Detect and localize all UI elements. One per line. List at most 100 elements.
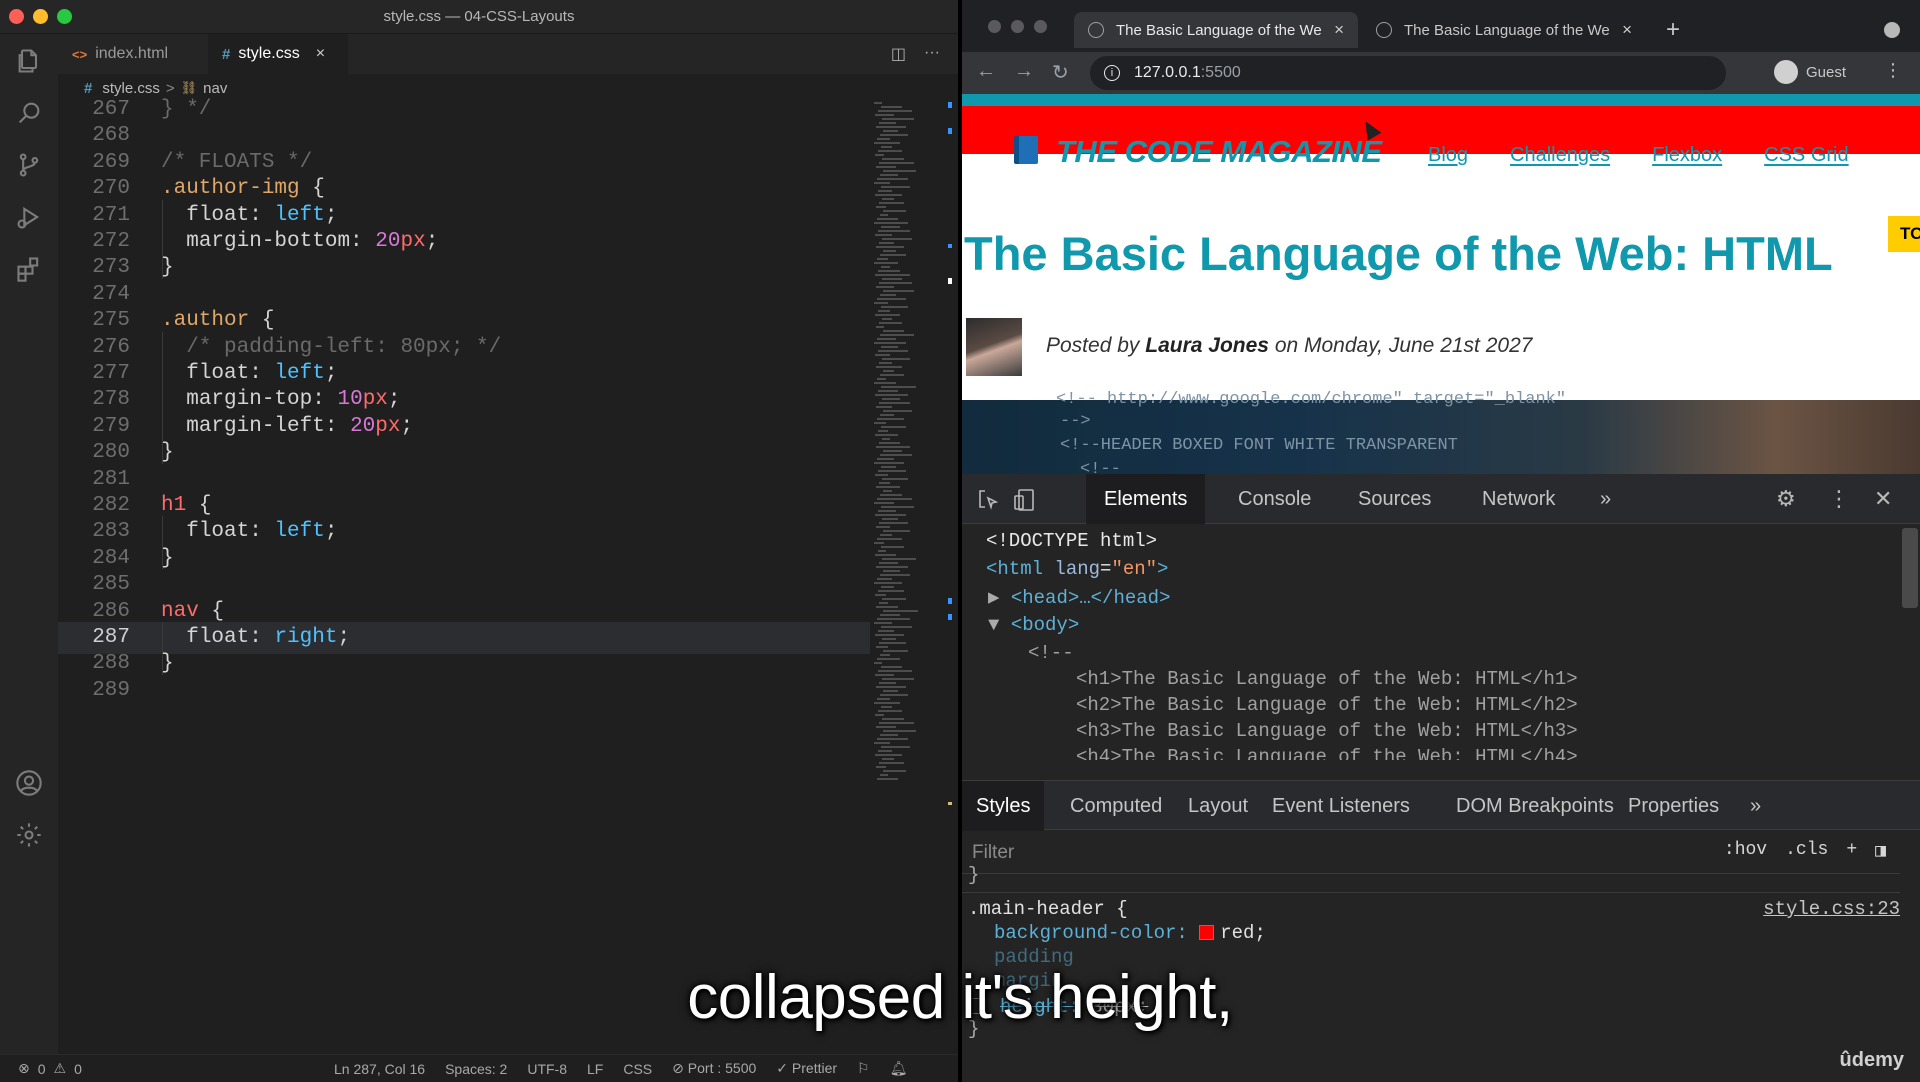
new-tab-button[interactable]: +	[1666, 16, 1680, 44]
dom-comment-line[interactable]: <h1>The Basic Language of the Web: HTML<…	[1076, 668, 1578, 690]
info-icon[interactable]: i	[1104, 65, 1120, 81]
dom-html[interactable]: <html lang="en">	[986, 558, 1168, 580]
minimap-line	[875, 594, 886, 596]
dom-doctype[interactable]: <!DOCTYPE html>	[986, 530, 1157, 552]
search-icon[interactable]	[14, 98, 44, 128]
dom-comment[interactable]: <!--	[1028, 642, 1074, 664]
minimize-window-button[interactable]	[1011, 20, 1024, 33]
back-arrow-icon[interactable]: ←	[976, 60, 996, 85]
dom-head[interactable]: ▶ <head>…</head>	[988, 586, 1170, 609]
styles-filter-input[interactable]: Filter	[972, 838, 1512, 868]
browser-tab-active[interactable]: The Basic Language of the We ×	[1074, 12, 1358, 48]
tab-dom-breakpoints[interactable]: DOM Breakpoints	[1442, 781, 1628, 831]
dom-comment-line[interactable]: <h2>The Basic Language of the Web: HTML<…	[1076, 694, 1578, 716]
close-window-button[interactable]	[988, 20, 1001, 33]
minimap-line	[883, 330, 904, 332]
close-tab-icon[interactable]: ×	[1622, 20, 1632, 40]
tab-computed[interactable]: Computed	[1056, 781, 1176, 831]
minimap-line	[883, 130, 898, 132]
minimap-line	[877, 258, 888, 260]
minimap-line	[883, 450, 902, 452]
tab-style-css[interactable]: # style.css ×	[208, 34, 348, 74]
color-swatch[interactable]	[1199, 925, 1215, 940]
tab-layout[interactable]: Layout	[1174, 781, 1262, 831]
browser-tab[interactable]: The Basic Language of the We ×	[1362, 12, 1646, 48]
cursor-position[interactable]: Ln 287, Col 16	[334, 1061, 425, 1077]
minimap-line	[875, 114, 894, 116]
tab-network[interactable]: Network	[1464, 474, 1573, 524]
dom-tree[interactable]: <!DOCTYPE html> <html lang="en"> ▶ <head…	[962, 524, 1900, 760]
tab-styles[interactable]: Styles	[962, 781, 1045, 831]
nav-link-flexbox[interactable]: Flexbox	[1652, 144, 1722, 167]
problems-indicator[interactable]: ⊗ 0 ⚠ 0	[18, 1060, 82, 1077]
tab-event-listeners[interactable]: Event Listeners	[1258, 781, 1424, 831]
close-icon[interactable]: ✕	[1874, 486, 1892, 512]
minimap-line	[879, 362, 892, 364]
new-rule-button[interactable]: +	[1846, 840, 1857, 862]
minimap-line	[879, 402, 910, 404]
styles-filter-row: Filter :hov .cls + ◨	[962, 830, 1900, 874]
rule-source-link[interactable]: style.css:23	[1763, 898, 1900, 920]
end-of-line[interactable]: LF	[587, 1061, 603, 1077]
encoding[interactable]: UTF-8	[527, 1061, 567, 1077]
rule-declaration-background[interactable]: background-color: red;	[994, 922, 1266, 944]
settings-gear-icon[interactable]: ⚙	[1776, 486, 1796, 512]
minimap-line	[874, 502, 894, 504]
class-toggle[interactable]: .cls	[1785, 840, 1828, 862]
nav-link-challenges[interactable]: Challenges	[1510, 144, 1610, 167]
tab-index-html[interactable]: <> index.html	[58, 34, 196, 74]
close-tab-icon[interactable]: ×	[1334, 20, 1344, 40]
source-control-icon[interactable]	[14, 150, 44, 180]
minimap-line	[877, 538, 902, 540]
more-actions-icon[interactable]: ···	[924, 44, 940, 64]
account-icon[interactable]	[14, 768, 44, 798]
hover-state-toggle[interactable]: :hov	[1724, 840, 1767, 862]
feedback-icon[interactable]: ⚐	[857, 1060, 870, 1077]
address-bar[interactable]: i 127.0.0.1:5500	[1090, 56, 1726, 90]
dom-comment-line[interactable]: <h4>The Basic Language of the Web: HTML<…	[1076, 746, 1578, 760]
nav-link-blog[interactable]: Blog	[1428, 144, 1468, 167]
minimap-line	[876, 726, 896, 728]
rule-selector[interactable]: .main-header {	[968, 898, 1128, 920]
browser-menu-icon[interactable]: ⋮	[1884, 60, 1902, 81]
tab-elements[interactable]: Elements	[1086, 474, 1206, 524]
tab-console[interactable]: Console	[1220, 474, 1329, 524]
notifications-bell-icon[interactable]: 🔔︎	[890, 1060, 908, 1077]
explorer-icon[interactable]	[14, 46, 44, 76]
nav-link-css-grid[interactable]: CSS Grid	[1764, 144, 1848, 167]
more-tabs-button[interactable]: »	[1736, 781, 1775, 831]
toggle-sidebar-icon[interactable]: ◨	[1875, 840, 1886, 862]
live-server-port[interactable]: ⊘ Port : 5500	[672, 1060, 756, 1077]
code-line[interactable]: 289	[58, 675, 870, 707]
error-count: 0	[37, 1060, 46, 1077]
settings-gear-icon[interactable]	[14, 820, 44, 850]
split-editor-icon[interactable]: ◫	[891, 44, 906, 64]
minimap[interactable]	[872, 102, 942, 792]
extensions-icon[interactable]	[14, 254, 44, 284]
dom-body[interactable]: ▼ <body>	[988, 614, 1079, 636]
reload-icon[interactable]: ↻	[1052, 60, 1069, 85]
profile-button[interactable]: Guest	[1774, 60, 1846, 84]
tab-search-icon[interactable]	[1884, 22, 1900, 38]
kebab-menu-icon[interactable]: ⋮	[1828, 486, 1850, 512]
maximize-window-button[interactable]	[1034, 20, 1047, 33]
vscode-titlebar: style.css — 04-CSS-Layouts	[0, 0, 958, 34]
dom-comment-line[interactable]: <h3>The Basic Language of the Web: HTML<…	[1076, 720, 1578, 742]
indentation[interactable]: Spaces: 2	[445, 1061, 507, 1077]
dom-scrollbar[interactable]	[1902, 528, 1918, 608]
tab-properties[interactable]: Properties	[1614, 781, 1733, 831]
site-logo[interactable]: THE CODE MAGAZINE	[1056, 134, 1382, 170]
minimap-line	[876, 766, 886, 768]
minimap-line	[883, 770, 906, 772]
toc-badge[interactable]: TO	[1888, 216, 1920, 252]
run-debug-icon[interactable]	[14, 202, 44, 232]
prettier-status[interactable]: ✓ Prettier	[776, 1060, 837, 1077]
more-tabs-button[interactable]: »	[1582, 474, 1629, 524]
close-tab-icon[interactable]: ×	[316, 45, 325, 63]
code-editor[interactable]: 267} */268 269/* FLOATS */270 .author-img …	[58, 98, 870, 1048]
inspect-element-icon[interactable]	[976, 488, 1000, 512]
language-mode[interactable]: CSS	[623, 1061, 652, 1077]
forward-arrow-icon[interactable]: →	[1014, 60, 1034, 85]
device-toolbar-icon[interactable]	[1012, 488, 1036, 512]
tab-sources[interactable]: Sources	[1340, 474, 1449, 524]
